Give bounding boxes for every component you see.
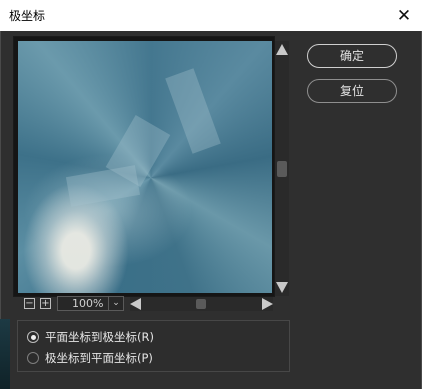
- close-icon[interactable]: ✕: [386, 0, 422, 31]
- zoom-level-select[interactable]: 100% ⌄: [57, 296, 124, 311]
- radio-unselected[interactable]: [27, 352, 39, 364]
- option-label: 平面坐标到极坐标(R): [45, 330, 154, 344]
- zoom-level-value: 100%: [72, 297, 104, 310]
- desktop-background: [0, 319, 10, 389]
- reset-button[interactable]: 复位: [307, 79, 397, 103]
- option-label: 极坐标到平面坐标(P): [45, 351, 153, 365]
- preview-vertical-scrollbar[interactable]: [275, 41, 289, 296]
- zoom-in-button[interactable]: +: [40, 298, 51, 309]
- scroll-thumb-horizontal[interactable]: [196, 299, 206, 309]
- scroll-thumb[interactable]: [277, 161, 287, 177]
- ok-button[interactable]: 确定: [307, 44, 397, 68]
- conversion-options-group: 平面坐标到极坐标(R) 极坐标到平面坐标(P): [17, 320, 290, 372]
- scroll-up-arrow-icon[interactable]: [276, 44, 288, 55]
- preview-horizontal-scrollbar[interactable]: [130, 297, 273, 311]
- title-bar: 极坐标 ✕: [0, 0, 422, 32]
- preview-image[interactable]: [18, 41, 272, 293]
- zoom-out-button[interactable]: −: [24, 298, 35, 309]
- scroll-down-arrow-icon[interactable]: [276, 282, 288, 293]
- scroll-left-arrow-icon[interactable]: [130, 298, 141, 310]
- radio-selected[interactable]: [27, 331, 39, 343]
- window-title: 极坐标: [9, 9, 46, 23]
- scroll-right-arrow-icon[interactable]: [262, 298, 273, 310]
- chevron-down-icon[interactable]: ⌄: [108, 297, 123, 310]
